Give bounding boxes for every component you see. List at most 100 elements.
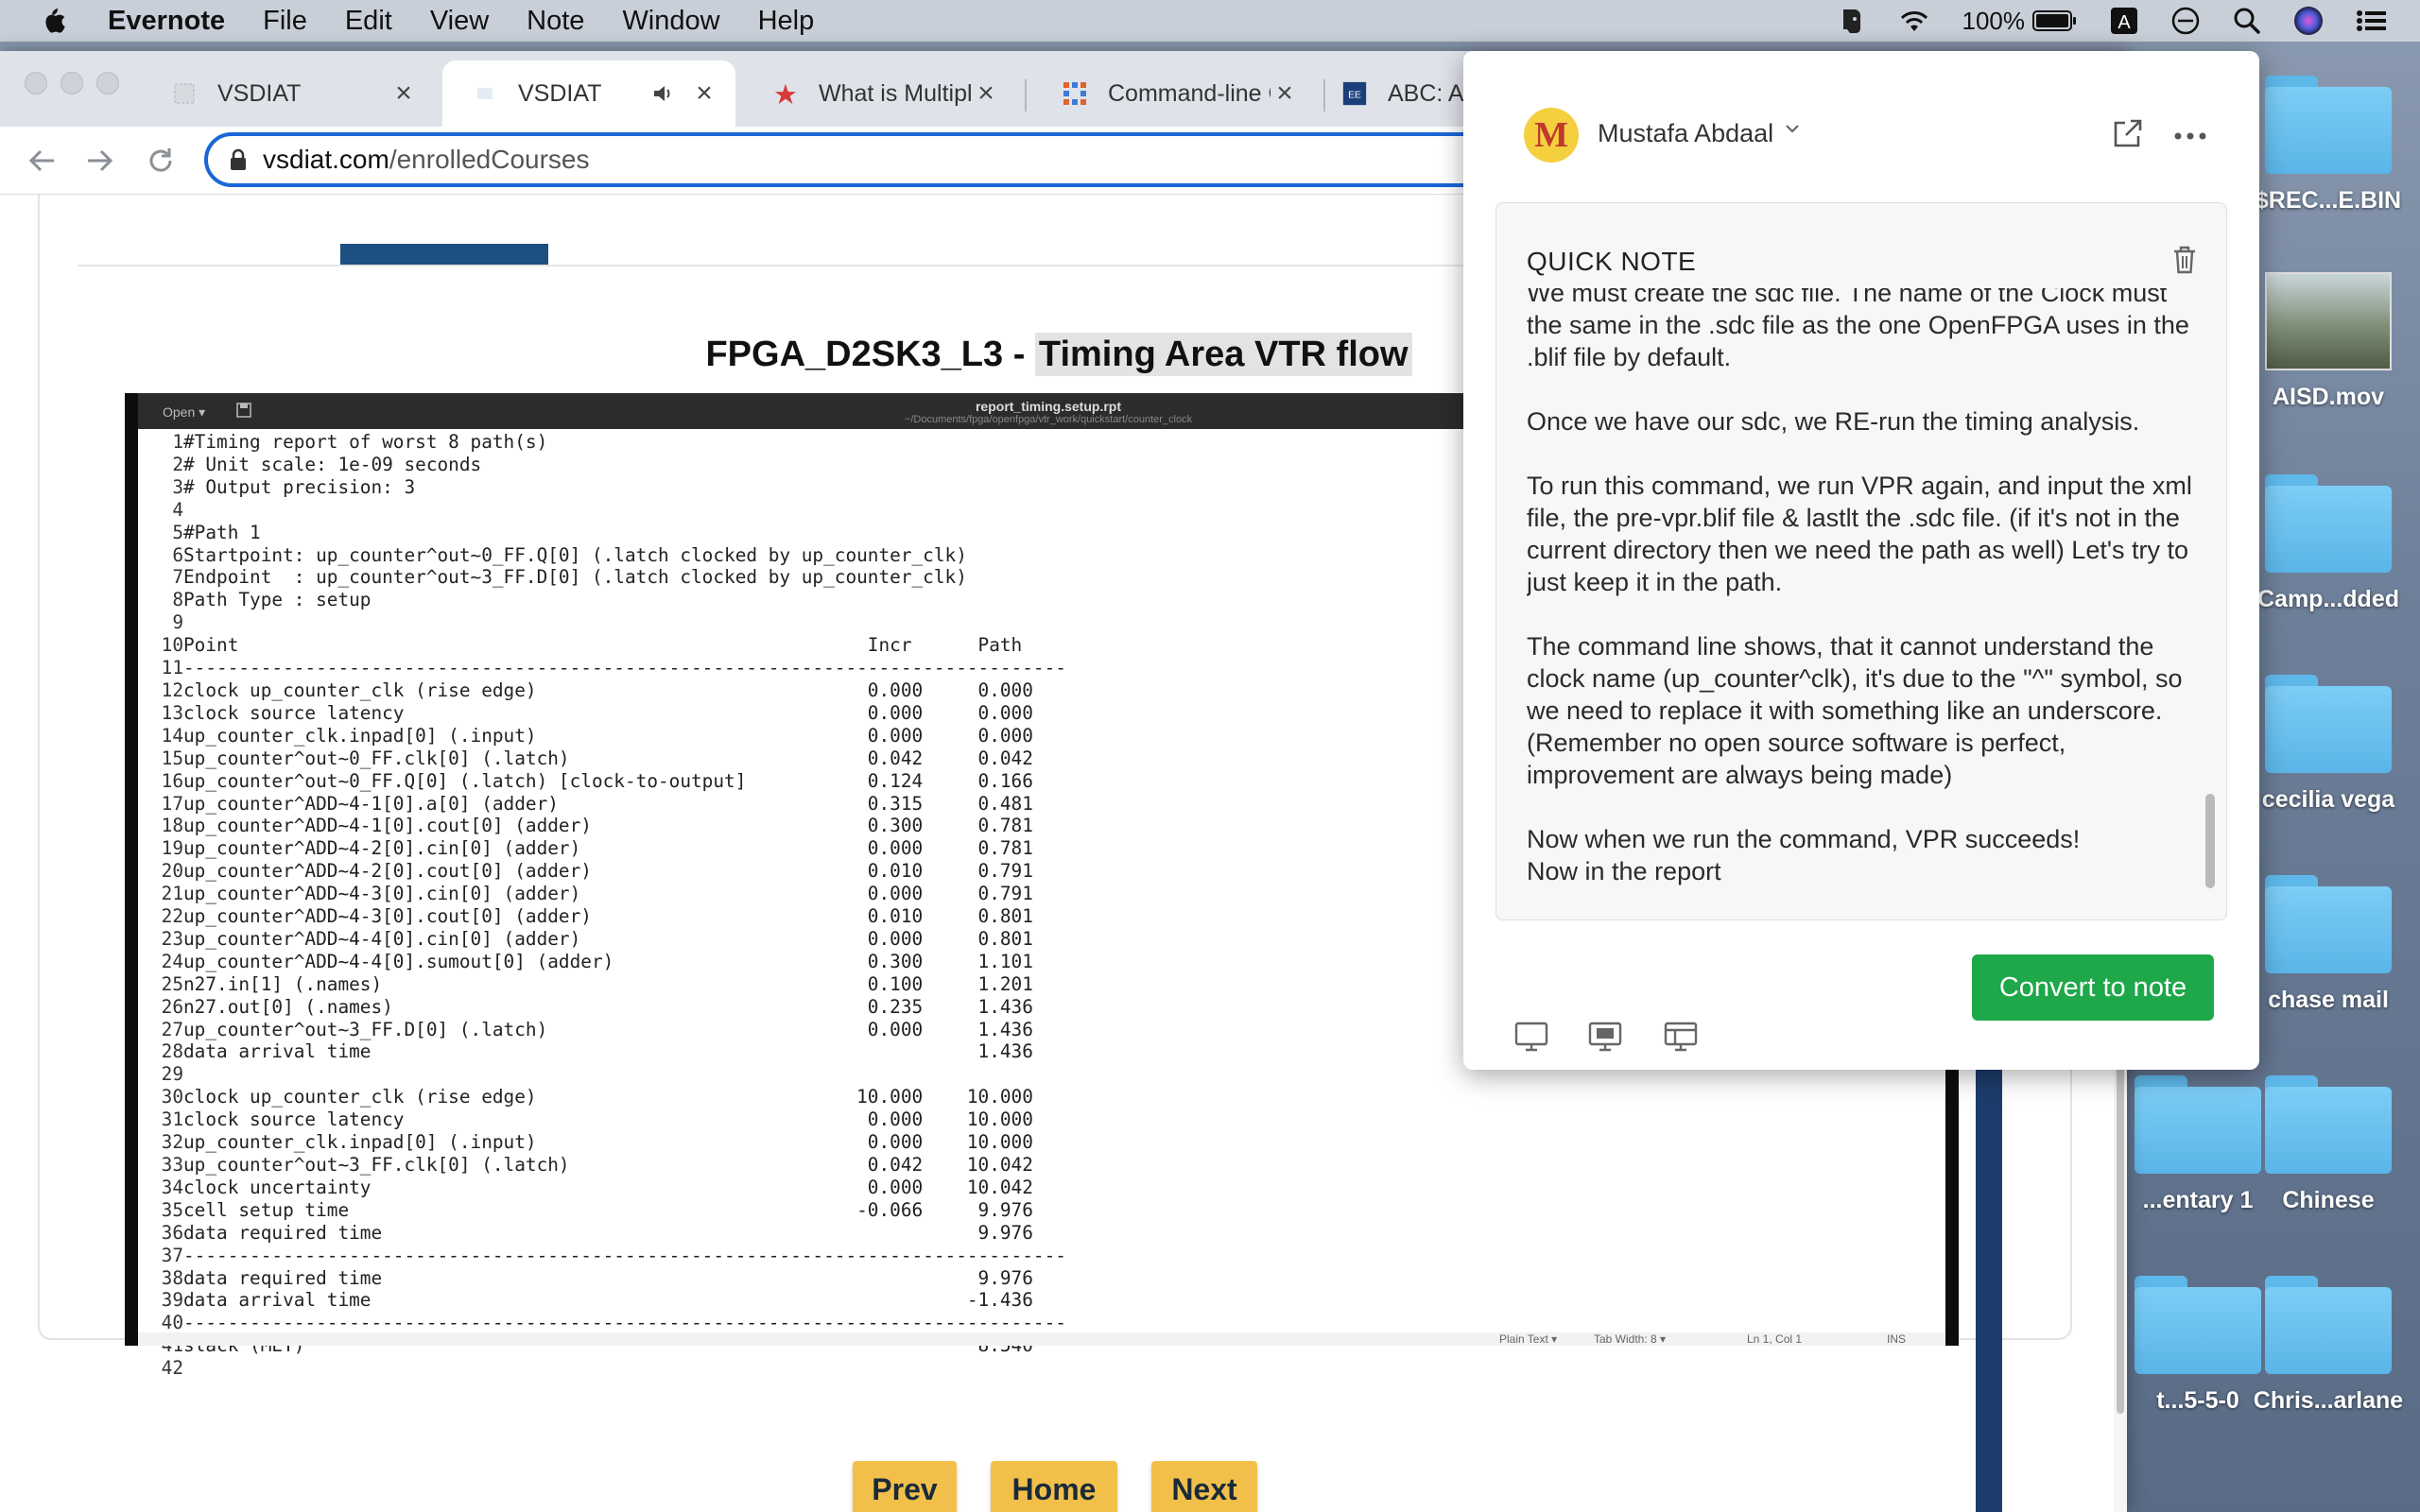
trash-icon[interactable] <box>2171 245 2198 280</box>
folder-icon <box>2265 474 2392 573</box>
address-bar[interactable]: vsdiat.com/enrolledCourses <box>204 132 1528 187</box>
code-line: 2# Unit scale: 1e-09 seconds <box>146 454 1066 476</box>
desktop-folder[interactable]: Camp...dded <box>2248 474 2409 613</box>
menu-view[interactable]: View <box>430 6 489 37</box>
desktop-capture-icon[interactable] <box>1514 1021 1548 1057</box>
speaker-icon[interactable] <box>652 83 675 104</box>
focus-status-icon[interactable] <box>2170 6 2201 36</box>
tab-vsdiat-1[interactable]: VSDIAT × <box>142 60 435 127</box>
tab-close-icon[interactable]: × <box>690 77 718 110</box>
reload-icon[interactable] <box>140 140 182 181</box>
siri-icon[interactable] <box>2293 6 2324 36</box>
lock-icon[interactable] <box>229 148 248 171</box>
menu-edit[interactable]: Edit <box>345 6 392 37</box>
line-number: 11 <box>161 657 183 679</box>
code-line: 17up_counter^ADD~4-1[0].a[0] (adder) 0.3… <box>146 793 1066 816</box>
input-source-icon[interactable]: A <box>2110 7 2138 35</box>
line-number: 33 <box>161 1154 183 1176</box>
window-capture-icon[interactable] <box>1588 1021 1622 1057</box>
battery-percent: 100% <box>1962 6 2026 35</box>
course-header-tab[interactable] <box>340 244 548 266</box>
code-line: 32up_counter_clk.inpad[0] (.input) 0.000… <box>146 1131 1066 1154</box>
back-arrow-icon[interactable] <box>21 140 62 181</box>
apple-icon[interactable] <box>40 5 70 37</box>
line-number: 20 <box>161 860 183 883</box>
account-name[interactable]: Mustafa Abdaal <box>1598 119 1773 148</box>
convert-to-note-button[interactable]: Convert to note <box>1972 954 2214 1021</box>
home-button[interactable]: Home <box>991 1461 1117 1512</box>
code-line: 18up_counter^ADD~4-1[0].cout[0] (adder) … <box>146 815 1066 837</box>
open-external-icon[interactable] <box>2112 117 2144 154</box>
code-line: 11--------------------------------------… <box>146 657 1066 679</box>
window-close-button[interactable] <box>25 72 47 94</box>
url-path: /enrolledCourses <box>389 145 590 174</box>
line-number: 28 <box>161 1040 183 1063</box>
more-options-icon[interactable] <box>2174 129 2206 146</box>
desktop-folder[interactable]: cecilia vega <box>2248 675 2409 814</box>
line-text: data arrival time -1.436 <box>183 1289 1033 1312</box>
tab-multiple[interactable]: What is Multiple × <box>743 60 1017 127</box>
desktop-video-file[interactable]: AISD.mov <box>2248 272 2409 411</box>
wifi-icon[interactable] <box>1898 9 1930 33</box>
quick-note-body[interactable]: We must create the sdc file. The name of… <box>1527 288 2207 902</box>
menu-help[interactable]: Help <box>758 6 815 37</box>
desktop-folder[interactable]: chase mail <box>2248 875 2409 1014</box>
menu-bar: Evernote File Edit View Note Window Help… <box>0 0 2420 42</box>
forward-arrow-icon[interactable] <box>79 140 121 181</box>
tab-command-line[interactable]: Command-line C × <box>1032 60 1316 127</box>
code-line: 23up_counter^ADD~4-4[0].cin[0] (adder) 0… <box>146 928 1066 951</box>
tab-close-icon[interactable]: × <box>972 77 1000 110</box>
code-line: 29 <box>146 1063 1066 1086</box>
note-paragraph: Once we have our sdc, we RE-run the timi… <box>1527 407 2140 436</box>
note-paragraph: To run this command, we run VPR again, a… <box>1527 472 2192 596</box>
note-paragraph: We must create the sdc file. The name of… <box>1527 288 2189 371</box>
desktop-folder[interactable]: $REC...E.BIN <box>2248 76 2409 215</box>
avatar[interactable]: M <box>1524 108 1579 163</box>
menu-file[interactable]: File <box>263 6 307 37</box>
control-center-icon[interactable] <box>2356 9 2388 33</box>
desktop-icon-label: chase mail <box>2268 987 2389 1013</box>
line-number: 38 <box>161 1266 183 1289</box>
menu-note[interactable]: Note <box>527 6 584 37</box>
menu-app-name[interactable]: Evernote <box>108 6 225 37</box>
line-number: 10 <box>161 634 183 657</box>
prev-button[interactable]: Prev <box>853 1461 957 1512</box>
note-scrollbar-thumb[interactable] <box>2205 794 2215 888</box>
line-text: data required time 9.976 <box>183 1221 1033 1244</box>
tab-close-icon[interactable]: × <box>1270 77 1299 110</box>
menu-window[interactable]: Window <box>622 6 719 37</box>
line-number: 3 <box>172 475 183 498</box>
line-text: #Path 1 <box>183 521 261 543</box>
code-line: 28data arrival time 1.436 <box>146 1040 1066 1063</box>
lesson-title-prefix: FPGA_D2SK3_L3 - <box>705 335 1035 374</box>
code-line: 33up_counter^out~3_FF.clk[0] (.latch) 0.… <box>146 1154 1066 1177</box>
spotlight-search-icon[interactable] <box>2233 7 2261 35</box>
status-tab-width: Tab Width: 8 ▾ <box>1594 1332 1667 1346</box>
code-line: 1#Timing report of worst 8 path(s) <box>146 431 1066 454</box>
code-line: 37--------------------------------------… <box>146 1245 1066 1267</box>
chevron-down-icon[interactable] <box>1783 119 1802 143</box>
quick-note-editor[interactable]: QUICK NOTE We must create the sdc file. … <box>1495 202 2227 920</box>
region-capture-icon[interactable] <box>1664 1021 1698 1057</box>
next-button[interactable]: Next <box>1151 1461 1257 1512</box>
url-domain: vsdiat.com <box>263 145 389 174</box>
tab-vsdiat-2-active[interactable]: VSDIAT × <box>442 60 735 127</box>
status-ins: INS <box>1887 1332 1907 1346</box>
desktop-folder[interactable]: t...5-5-0 <box>2118 1276 2278 1415</box>
tab-label: What is Multiple <box>819 79 972 107</box>
line-number: 6 <box>172 543 183 566</box>
battery-icon[interactable] <box>2032 9 2078 32</box>
tab-label: Command-line C <box>1108 79 1270 107</box>
window-minimize-button[interactable] <box>60 72 83 94</box>
line-number: 1 <box>172 431 183 453</box>
line-text: ----------------------------------------… <box>183 657 1066 679</box>
line-text: # Unit scale: 1e-09 seconds <box>183 453 482 475</box>
line-number: 14 <box>161 724 183 747</box>
tab-close-icon[interactable]: × <box>389 77 418 110</box>
folder-icon <box>2135 1075 2261 1174</box>
window-zoom-button[interactable] <box>96 72 119 94</box>
evernote-status-icon[interactable] <box>1838 6 1866 36</box>
line-text: up_counter^out~3_FF.D[0] (.latch) 0.000 … <box>183 1018 1033 1040</box>
tab-abc[interactable]: EE ABC: A <box>1329 60 1471 127</box>
desktop-folder[interactable]: ...entary 1 <box>2118 1075 2278 1214</box>
